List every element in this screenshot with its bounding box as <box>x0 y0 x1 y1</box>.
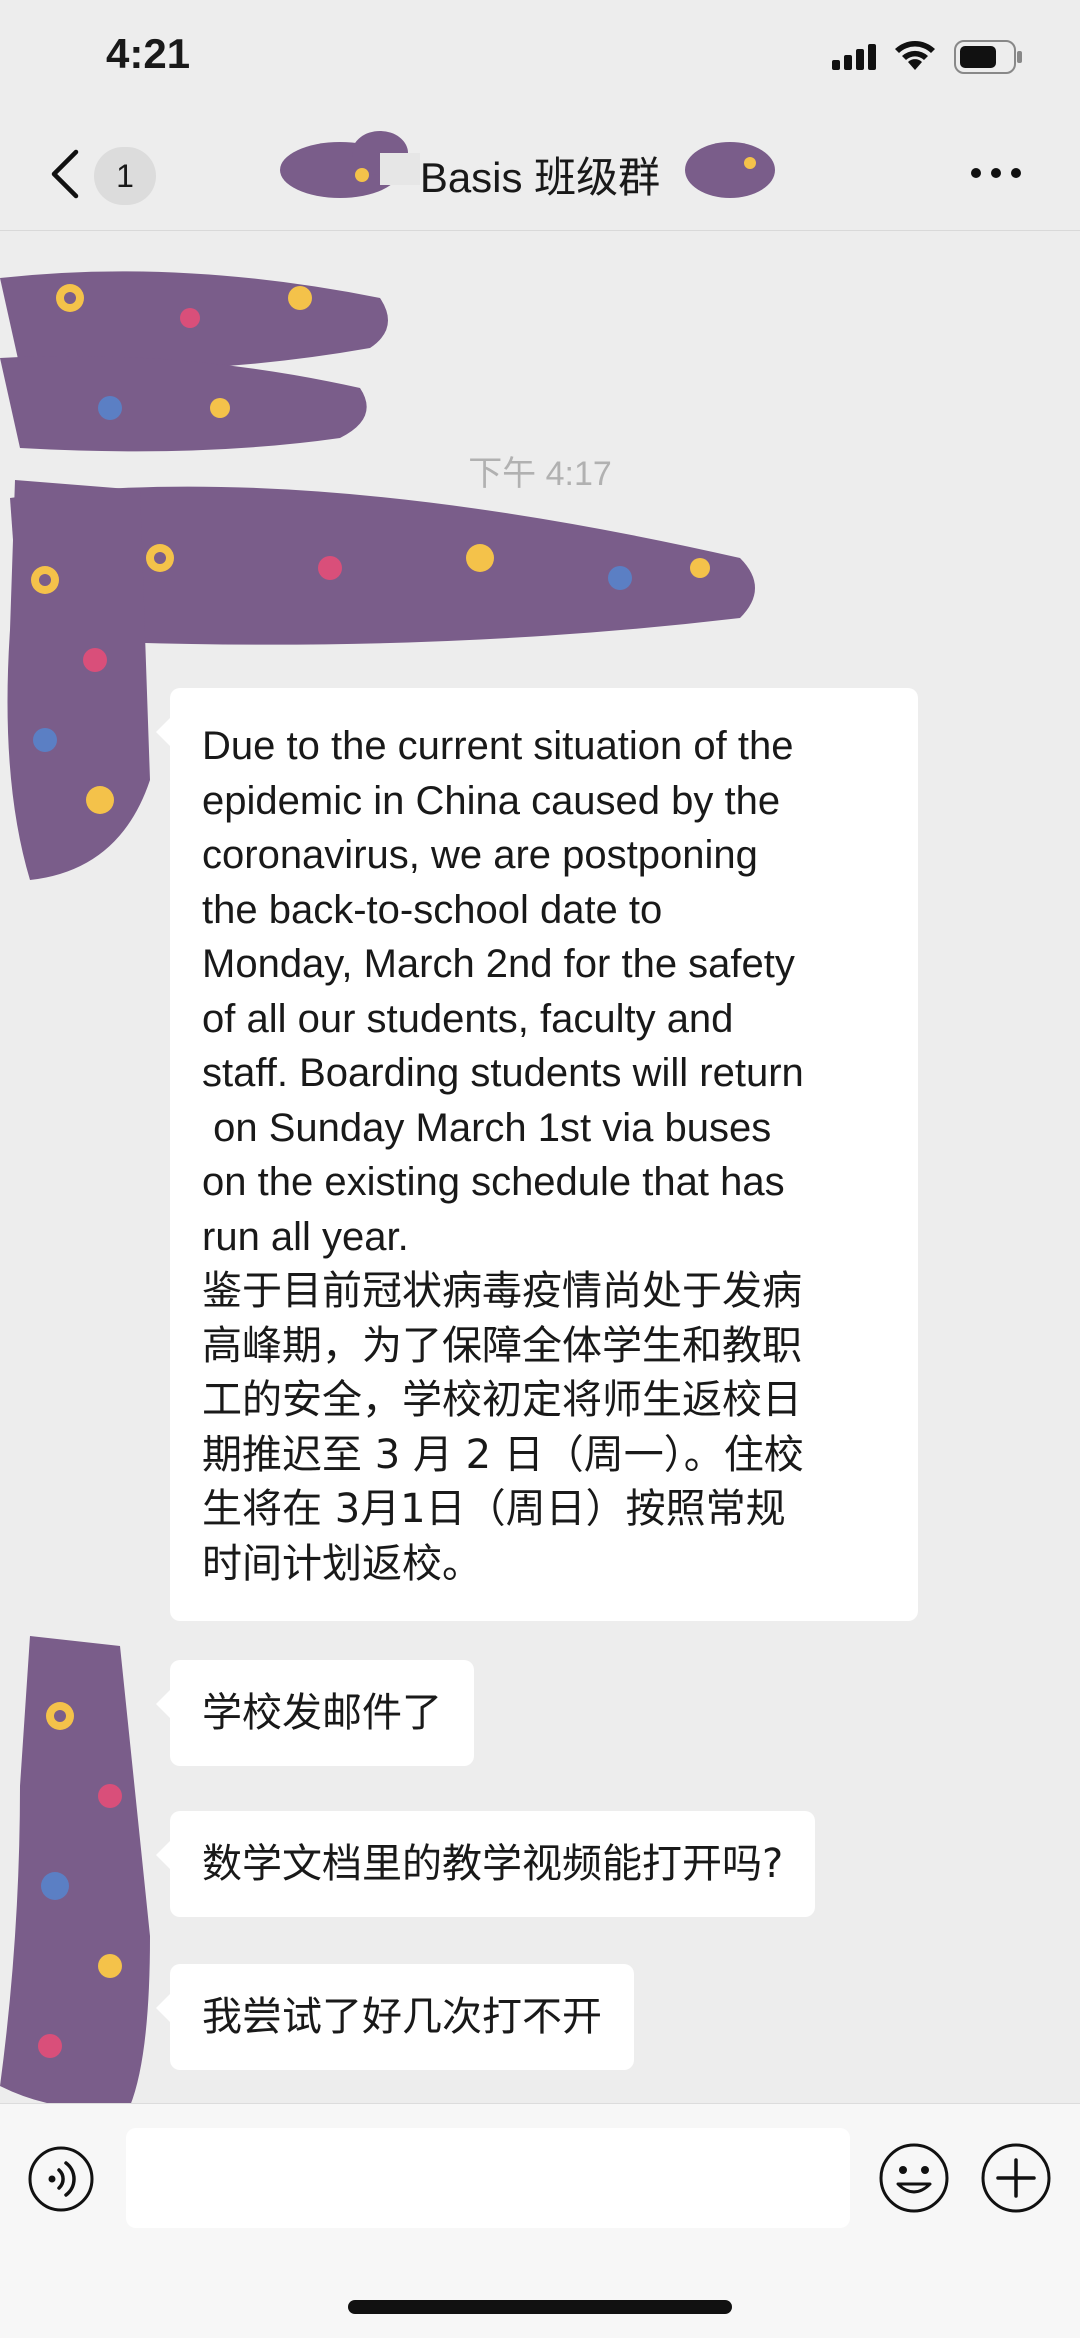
redaction-blob-avatar <box>7 480 150 880</box>
battery-icon <box>954 40 1022 74</box>
message-line: epidemic in China caused by the <box>202 778 781 823</box>
message-line: 工的安全，学校初定将师生返校日 <box>202 1377 802 1423</box>
signal-icon <box>832 44 876 70</box>
wifi-icon <box>895 41 935 70</box>
message-bubble[interactable]: 学校发邮件了 <box>156 1660 474 1766</box>
status-time: 4:21 <box>106 30 191 77</box>
message-line: 时间计划返校。 <box>202 1540 482 1587</box>
message-line: Monday, March 2nd for the safety <box>202 942 795 986</box>
voice-icon[interactable] <box>28 2146 94 2212</box>
message-line: coronavirus, we are postponing <box>202 833 758 877</box>
more-icon[interactable] <box>970 166 1022 180</box>
message-line: of all our students, faculty and <box>202 996 734 1041</box>
message-line: 鉴于目前冠状病毒疫情尚处于发病 <box>202 1268 802 1314</box>
chat-timestamp: 下午 4:17 <box>468 455 612 493</box>
home-indicator[interactable] <box>348 2300 732 2314</box>
message-line: run all year. <box>202 1214 409 1259</box>
message-line: 期推迟至 3 月 2 日（周一）。住校 <box>202 1431 804 1478</box>
emoji-icon[interactable] <box>878 2142 950 2214</box>
status-bar: 4:21 <box>0 0 1080 118</box>
message-line: 高峰期，为了保障全体学生和教职 <box>202 1322 802 1369</box>
message-bubble[interactable]: 我尝试了好几次打不开 <box>156 1964 634 2070</box>
plus-circle-icon[interactable] <box>980 2142 1052 2214</box>
message-line: on Sunday March 1st via buses <box>202 1105 772 1150</box>
message-input[interactable] <box>126 2128 850 2228</box>
message-bubble[interactable]: 数学文档里的教学视频能打开吗? <box>155 1811 816 1917</box>
message-line: 生将在 3月1日（周日）按照常规 <box>202 1486 786 1532</box>
message-line: on the existing schedule that has <box>202 1160 785 1204</box>
message-line: Due to the current situation of the <box>202 724 794 768</box>
message-bubble[interactable]: Due to the current situation of the epid… <box>156 688 918 1621</box>
message-line: staff. Boarding students will return <box>202 1051 804 1095</box>
redaction-blob-title <box>280 131 775 198</box>
redaction-blob-avatar-2 <box>0 1636 150 2109</box>
message-line: the back-to-school date to <box>202 887 663 932</box>
